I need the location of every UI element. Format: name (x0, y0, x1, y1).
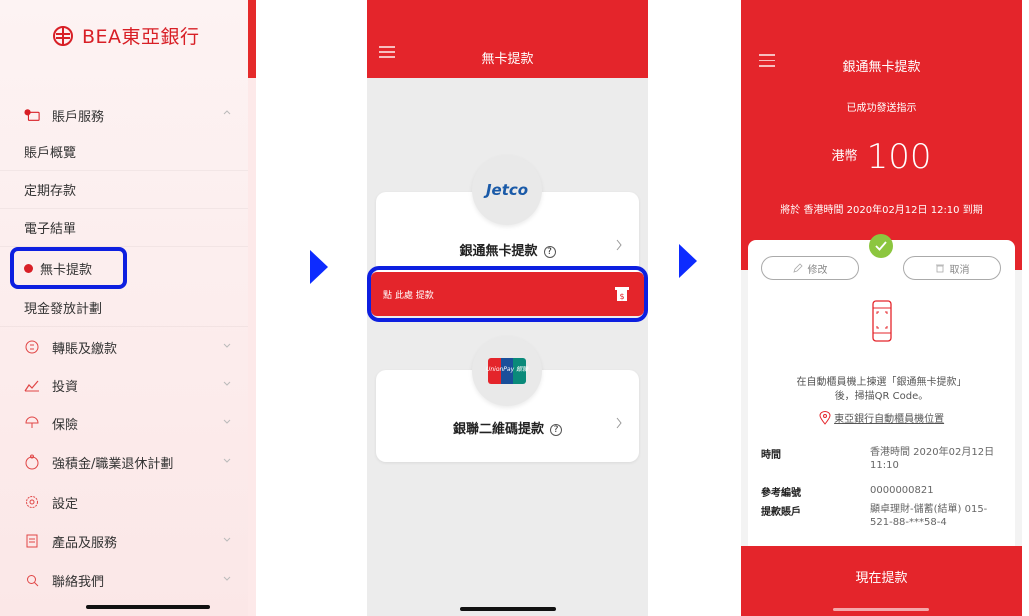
detail-label-time: 時間 (761, 450, 781, 461)
menu-item-insurance[interactable]: 保險 (0, 404, 248, 442)
chevron-down-icon (222, 340, 232, 350)
withdraw-now-label: 現在提款 (855, 571, 908, 586)
phone-qr-icon (872, 300, 892, 342)
bea-logo-text: BEA東亞銀行 (82, 26, 200, 48)
background-screen-edge (248, 0, 256, 616)
gear-icon (24, 494, 40, 510)
menu-section-label: 賬戶服務 (52, 109, 105, 125)
sidebar-item-label: 現金發放計劃 (24, 302, 103, 317)
chart-icon (24, 377, 40, 393)
instruction-line-2: 後，掃描QR Code。 (834, 391, 929, 402)
withdraw-now-button[interactable]: 現在提款 (741, 546, 1022, 616)
detail-value-account: 顯卓理財-儲蓄(結單) 015-521-88-***58-4 (870, 504, 988, 528)
menu-item-transfer[interactable]: 轉賬及繳款 (0, 328, 248, 366)
piggy-bank-icon (24, 454, 40, 470)
instruction-line-1: 在自動櫃員機上揀選「銀通無卡提款」 (796, 377, 967, 388)
detail-label-account: 提款賬戶 (761, 507, 801, 518)
menu-item-label: 設定 (52, 496, 79, 512)
menu-item-contact-us[interactable]: 聯絡我們 (0, 561, 248, 599)
menu-item-mpf[interactable]: 強積金/職業退休計劃 (0, 443, 248, 481)
search-icon (24, 572, 40, 588)
location-pin-icon (819, 411, 831, 425)
background-header-edge (248, 0, 256, 78)
confirmation-screen: 銀通無卡提款 已成功發送指示 港幣 100 將於 香港時間 2020年02月12… (741, 0, 1022, 616)
home-indicator (833, 608, 929, 611)
sidebar-item-cash-payout[interactable]: 現金發放計劃 (0, 289, 248, 327)
sidebar-item-label: 賬戶概覽 (24, 146, 77, 161)
sidebar-item-e-statement[interactable]: 電子結單 (0, 209, 248, 247)
sidebar-item-account-overview[interactable]: 賬戶概覽 (0, 133, 248, 171)
trash-icon (935, 264, 944, 273)
menu-section-account-services[interactable]: 賬戶服務 (0, 96, 248, 134)
jetco-logo: Jetco (472, 155, 542, 225)
chevron-down-icon (222, 378, 232, 388)
menu-item-investment[interactable]: 投資 (0, 366, 248, 404)
chevron-down-icon (222, 416, 232, 426)
chevron-up-icon (222, 108, 232, 118)
menu-item-label: 產品及服務 (52, 535, 118, 551)
sidebar-item-label: 電子結單 (24, 222, 77, 237)
menu-item-label: 投資 (52, 379, 79, 395)
bea-logo: BEA東亞銀行 (52, 22, 200, 49)
amount-value: 100 (866, 137, 932, 177)
wallet-icon (24, 107, 40, 123)
menu-item-settings[interactable]: 設定 (0, 483, 248, 521)
document-icon (24, 533, 40, 549)
transfer-icon (24, 339, 40, 355)
side-menu-screen: BEA東亞銀行 賬戶服務 賬戶概覽 定期存款 電子結單 無卡提款 現金發放計劃 … (0, 0, 256, 616)
chevron-down-icon (222, 534, 232, 544)
menu-item-label: 聯絡我們 (52, 574, 105, 590)
help-icon[interactable]: ? (543, 246, 556, 258)
currency-label: 港幣 (831, 149, 858, 164)
detail-value-time: 香港時間 2020年02月12日 11:10 (870, 447, 995, 471)
menu-item-label: 保險 (52, 417, 79, 433)
header: 無卡提款 (367, 0, 648, 78)
help-icon[interactable]: ? (550, 424, 562, 436)
atm-link-text: 東亞銀行自動櫃員機位置 (834, 414, 945, 425)
chevron-right-icon (615, 417, 623, 433)
detail-value-reference: 0000000821 (870, 485, 934, 496)
card-title: 銀聯二維碼提款 (452, 422, 544, 437)
flow-arrow-icon (679, 244, 697, 278)
pencil-icon (792, 263, 803, 273)
header: 銀通無卡提款 已成功發送指示 港幣 100 將於 香港時間 2020年02月12… (741, 0, 1022, 270)
edit-label: 修改 (807, 264, 828, 276)
chevron-down-icon (222, 573, 232, 583)
menu-item-label: 轉賬及繳款 (52, 341, 118, 357)
card-title: 銀通無卡提款 (459, 244, 538, 259)
home-indicator (460, 607, 556, 611)
flow-arrow-icon (310, 250, 328, 284)
chevron-down-icon (222, 455, 232, 465)
card-title-row: 銀通無卡提款? (376, 240, 639, 259)
bea-logo-icon (53, 25, 73, 46)
home-indicator (86, 605, 210, 609)
cancel-label: 取消 (949, 264, 970, 276)
chevron-right-icon (615, 239, 623, 255)
expiry-text: 將於 香港時間 2020年02月12日 12:10 到期 (780, 205, 983, 216)
jetco-logo-text: Jetco (485, 181, 529, 199)
cardless-withdrawal-screen: 無卡提款 銀通無卡提款? Jetco 點 此處 提款 $ 銀聯二維碼提款? Un… (367, 0, 648, 616)
cancel-button[interactable]: 取消 (903, 256, 1001, 280)
highlight-box (367, 266, 648, 322)
card-title-row: 銀聯二維碼提款? (376, 418, 639, 437)
unionpay-logo-text: UnionPay 銀聯 (485, 366, 529, 373)
menu-item-products[interactable]: 產品及服務 (0, 522, 248, 560)
highlight-box (10, 247, 127, 289)
sidebar-item-label: 定期存款 (24, 184, 77, 199)
status-text: 已成功發送指示 (846, 103, 917, 114)
page-title: 無卡提款 (481, 52, 534, 67)
amount-row: 港幣 100 (741, 137, 1022, 177)
check-icon (869, 234, 893, 258)
atm-location-link[interactable]: 東亞銀行自動櫃員機位置 (741, 410, 1022, 425)
sidebar-item-time-deposit[interactable]: 定期存款 (0, 171, 248, 209)
edit-button[interactable]: 修改 (761, 256, 859, 280)
umbrella-icon (24, 415, 40, 431)
menu-item-label: 強積金/職業退休計劃 (52, 456, 174, 472)
page-title: 銀通無卡提款 (842, 60, 921, 75)
detail-label-reference: 參考編號 (761, 488, 801, 499)
unionpay-logo: UnionPay 銀聯 (472, 336, 542, 406)
